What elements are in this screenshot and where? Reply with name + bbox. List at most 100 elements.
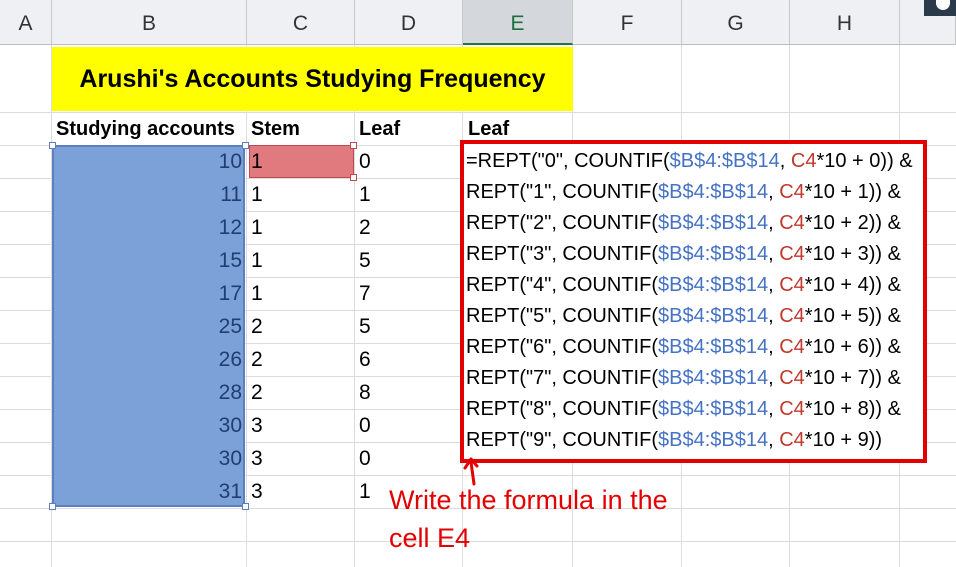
formula-token: $B$4:$B$14 xyxy=(657,336,769,358)
column-header-a[interactable]: A xyxy=(0,0,52,45)
formula-line[interactable]: REPT("4", COUNTIF($B$4:$B$14, C4*10 + 4)… xyxy=(466,270,901,301)
cell-leaf[interactable]: 2 xyxy=(359,211,371,244)
cell-leaf[interactable]: 1 xyxy=(359,475,371,508)
cell-stem[interactable]: 1 xyxy=(251,211,263,244)
cell-c4-highlight[interactable] xyxy=(249,145,354,178)
formula-token: REPT("7", COUNTIF( xyxy=(466,367,658,389)
formula-line[interactable]: REPT("5", COUNTIF($B$4:$B$14, C4*10 + 5)… xyxy=(466,301,901,332)
cell-stem[interactable]: 2 xyxy=(251,376,263,409)
selection-handle[interactable] xyxy=(350,142,357,149)
cell-stem[interactable]: 1 xyxy=(251,178,263,211)
cell-leaf[interactable]: 0 xyxy=(359,145,371,178)
cell-studying-accounts[interactable]: 25 xyxy=(52,310,242,343)
formula-token: *10 + 2 xyxy=(804,212,869,234)
cell-studying-accounts[interactable]: 26 xyxy=(52,343,242,376)
cell-leaf[interactable]: 0 xyxy=(359,442,371,475)
cell-leaf[interactable]: 5 xyxy=(359,244,371,277)
formula-token: , xyxy=(768,336,780,358)
column-header-e[interactable]: E xyxy=(463,0,573,45)
cell-leaf[interactable]: 5 xyxy=(359,310,371,343)
formula-token: *10 + 6 xyxy=(804,336,869,358)
formula-token: REPT("4", COUNTIF( xyxy=(466,274,658,296)
cell-studying-accounts[interactable]: 31 xyxy=(52,475,242,508)
cell-stem[interactable]: 3 xyxy=(251,475,263,508)
formula-token: $B$4:$B$14 xyxy=(657,429,769,451)
header-leaf[interactable]: Leaf xyxy=(359,113,400,145)
formula-token: =REPT("0", COUNTIF( xyxy=(466,150,670,172)
formula-token: , xyxy=(768,429,780,451)
formula-token: C4 xyxy=(779,212,805,234)
cell-studying-accounts[interactable]: 12 xyxy=(52,211,242,244)
formula-line[interactable]: REPT("7", COUNTIF($B$4:$B$14, C4*10 + 7)… xyxy=(466,363,901,394)
formula-token: , xyxy=(768,212,780,234)
formula-token: )) & xyxy=(868,398,901,420)
formula-token: REPT("3", COUNTIF( xyxy=(466,243,658,265)
header-studying-accounts[interactable]: Studying accounts xyxy=(56,113,235,145)
formula-token: , xyxy=(768,243,780,265)
header-stem[interactable]: Stem xyxy=(251,113,300,145)
cell-leaf[interactable]: 7 xyxy=(359,277,371,310)
annotation-line-1: Write the formula in the xyxy=(389,485,668,515)
formula-token: C4 xyxy=(779,305,805,327)
gridline xyxy=(354,45,355,567)
formula-token: C4 xyxy=(779,243,805,265)
cell-stem[interactable]: 3 xyxy=(251,409,263,442)
column-header-c[interactable]: C xyxy=(247,0,355,45)
cell-stem[interactable]: 1 xyxy=(251,277,263,310)
selection-handle[interactable] xyxy=(242,503,249,510)
cell-stem[interactable]: 3 xyxy=(251,442,263,475)
formula-line[interactable]: REPT("2", COUNTIF($B$4:$B$14, C4*10 + 2)… xyxy=(466,208,901,239)
formula-token: $B$4:$B$14 xyxy=(657,212,769,234)
formula-token: *10 + 5 xyxy=(804,305,869,327)
cell-leaf[interactable]: 6 xyxy=(359,343,371,376)
formula-token: , xyxy=(768,367,780,389)
cell-studying-accounts[interactable]: 17 xyxy=(52,277,242,310)
column-header-f[interactable]: F xyxy=(573,0,682,45)
cell-stem[interactable]: 1 xyxy=(251,145,263,178)
cell-studying-accounts[interactable]: 11 xyxy=(52,178,242,211)
cell-stem[interactable]: 2 xyxy=(251,343,263,376)
cell-studying-accounts[interactable]: 15 xyxy=(52,244,242,277)
column-header-d[interactable]: D xyxy=(355,0,463,45)
cell-stem[interactable]: 2 xyxy=(251,310,263,343)
column-header-b[interactable]: B xyxy=(52,0,247,45)
gridline xyxy=(246,45,247,567)
formula-token: *10 + 3 xyxy=(804,243,869,265)
cell-studying-accounts[interactable]: 28 xyxy=(52,376,242,409)
formula-token: $B$4:$B$14 xyxy=(657,274,769,296)
cell-stem[interactable]: 1 xyxy=(251,244,263,277)
formula-line[interactable]: REPT("9", COUNTIF($B$4:$B$14, C4*10 + 9)… xyxy=(466,425,882,456)
formula-token: )) xyxy=(868,429,883,451)
selection-handle[interactable] xyxy=(242,142,249,149)
cell-leaf[interactable]: 0 xyxy=(359,409,371,442)
sheet-title[interactable]: Arushi's Accounts Studying Frequency xyxy=(52,47,573,111)
column-header-h[interactable]: H xyxy=(790,0,900,45)
formula-token: )) & xyxy=(868,305,901,327)
cell-leaf[interactable]: 8 xyxy=(359,376,371,409)
formula-token: $B$4:$B$14 xyxy=(657,305,769,327)
cell-studying-accounts[interactable]: 30 xyxy=(52,409,242,442)
formula-token: REPT("1", COUNTIF( xyxy=(466,181,658,203)
formula-token: )) & xyxy=(868,274,901,296)
formula-line[interactable]: REPT("6", COUNTIF($B$4:$B$14, C4*10 + 6)… xyxy=(466,332,901,363)
formula-token: REPT("9", COUNTIF( xyxy=(466,429,658,451)
cell-studying-accounts[interactable]: 30 xyxy=(52,442,242,475)
formula-token: *10 + 8 xyxy=(804,398,869,420)
column-header-g[interactable]: G xyxy=(682,0,790,45)
formula-line[interactable]: =REPT("0", COUNTIF($B$4:$B$14, C4*10 + 0… xyxy=(466,146,913,177)
formula-token: $B$4:$B$14 xyxy=(657,243,769,265)
cell-studying-accounts[interactable]: 10 xyxy=(52,145,242,178)
formula-token: *10 + 4 xyxy=(804,274,869,296)
formula-token: C4 xyxy=(779,336,805,358)
formula-token: C4 xyxy=(790,150,817,172)
formula-token: *10 + 0 xyxy=(816,150,881,172)
formula-token: $B$4:$B$14 xyxy=(657,181,769,203)
formula-line[interactable]: REPT("1", COUNTIF($B$4:$B$14, C4*10 + 1)… xyxy=(466,177,901,208)
formula-token: , xyxy=(768,181,780,203)
formula-line[interactable]: REPT("8", COUNTIF($B$4:$B$14, C4*10 + 8)… xyxy=(466,394,901,425)
formula-token: REPT("2", COUNTIF( xyxy=(466,212,658,234)
formula-line[interactable]: REPT("3", COUNTIF($B$4:$B$14, C4*10 + 3)… xyxy=(466,239,901,270)
selection-handle[interactable] xyxy=(350,174,357,181)
formula-token: , xyxy=(768,274,780,296)
cell-leaf[interactable]: 1 xyxy=(359,178,371,211)
